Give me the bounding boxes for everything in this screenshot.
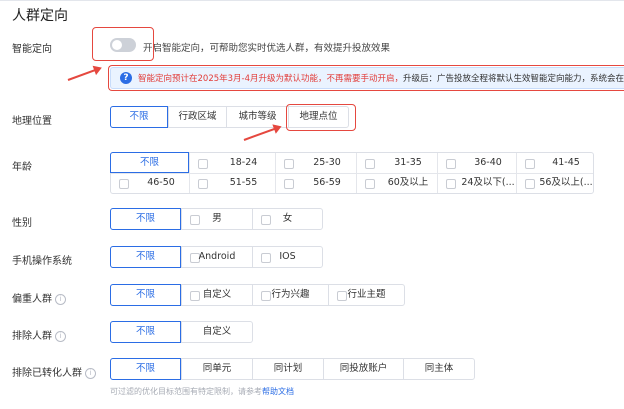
os-option-android[interactable]: Android bbox=[181, 247, 252, 267]
smart-targeting-label: 智能定向 bbox=[12, 44, 52, 55]
checkbox[interactable] bbox=[365, 159, 375, 169]
age-option-41-45[interactable]: 41-45 bbox=[517, 153, 593, 173]
checkbox[interactable] bbox=[119, 179, 129, 189]
smart-targeting-description: 开启智能定向，可帮助您实时优选人群，有效提升投放效果 bbox=[143, 43, 391, 54]
age-option-60-plus[interactable]: 60及以上 bbox=[357, 173, 437, 193]
age-option-56-and-above[interactable]: 56及以上(... bbox=[517, 173, 593, 193]
top-divider bbox=[0, 0, 624, 1]
gender-option-female[interactable]: 女 bbox=[252, 209, 322, 229]
exclude-converted-option-same-account[interactable]: 同投放账户 bbox=[323, 359, 403, 379]
oriented-option-behavior-interest[interactable]: 行为兴趣 bbox=[252, 285, 328, 305]
exclude-converted-option-same-plan[interactable]: 同计划 bbox=[252, 359, 323, 379]
exclude-converted-hint: 可过滤的优化目标范围有特定限制，请参考帮助文档 bbox=[110, 387, 294, 396]
oriented-option-custom[interactable]: 自定义 bbox=[181, 285, 252, 305]
age-option-51-55[interactable]: 51-55 bbox=[190, 173, 275, 193]
annotation-box-geo-point bbox=[286, 104, 356, 131]
age-option-25-30[interactable]: 25-30 bbox=[276, 153, 356, 173]
os-option-any[interactable]: 不限 bbox=[110, 246, 181, 268]
oriented-option-any[interactable]: 不限 bbox=[110, 284, 181, 306]
age-option-24-and-below[interactable]: 24及以下(... bbox=[438, 173, 516, 193]
exclude-audience-label: 排除人群 i bbox=[12, 327, 66, 342]
section-title: 人群定向 bbox=[12, 8, 68, 24]
checkbox[interactable] bbox=[198, 179, 208, 189]
age-options: 不限 18-24 25-30 31-35 36-40 41-45 46-50 5… bbox=[110, 152, 594, 194]
exclude-option-custom[interactable]: 自定义 bbox=[181, 322, 252, 342]
age-option-56-59[interactable]: 56-59 bbox=[276, 173, 356, 193]
annotation-box-notice bbox=[108, 65, 624, 91]
geo-option-admin-region[interactable]: 行政区域 bbox=[168, 107, 226, 127]
info-icon[interactable]: i bbox=[55, 331, 66, 342]
checkbox[interactable] bbox=[525, 159, 535, 169]
checkbox[interactable] bbox=[446, 179, 456, 189]
age-label: 年龄 bbox=[12, 162, 32, 173]
checkbox[interactable] bbox=[525, 179, 535, 189]
gender-label: 性别 bbox=[12, 218, 32, 229]
age-option-any[interactable]: 不限 bbox=[110, 152, 189, 173]
os-options: 不限 Android IOS bbox=[110, 246, 323, 268]
exclude-converted-options: 不限 同单元 同计划 同投放账户 同主体 bbox=[110, 358, 475, 380]
gender-options: 不限 男 女 bbox=[110, 208, 323, 230]
oriented-audience-label: 偏重人群 i bbox=[12, 290, 66, 305]
os-option-ios[interactable]: IOS bbox=[252, 247, 322, 267]
gender-option-any[interactable]: 不限 bbox=[110, 208, 181, 230]
geo-label: 地理位置 bbox=[12, 116, 52, 127]
info-icon[interactable]: i bbox=[55, 294, 66, 305]
exclude-converted-option-same-entity[interactable]: 同主体 bbox=[403, 359, 474, 379]
age-option-36-40[interactable]: 36-40 bbox=[438, 153, 516, 173]
oriented-audience-options: 不限 自定义 行为兴趣 行业主题 bbox=[110, 284, 405, 306]
oriented-option-industry-theme[interactable]: 行业主题 bbox=[328, 285, 404, 305]
geo-option-any[interactable]: 不限 bbox=[110, 106, 168, 128]
annotation-box-toggle bbox=[92, 27, 154, 61]
checkbox[interactable] bbox=[198, 159, 208, 169]
exclude-option-any[interactable]: 不限 bbox=[110, 321, 181, 343]
checkbox[interactable] bbox=[284, 159, 294, 169]
os-label: 手机操作系统 bbox=[12, 256, 72, 267]
checkbox[interactable] bbox=[446, 159, 456, 169]
annotation-arrow-geo-point bbox=[243, 126, 281, 141]
help-doc-link[interactable]: 帮助文档 bbox=[262, 387, 294, 396]
checkbox[interactable] bbox=[284, 179, 294, 189]
exclude-converted-option-same-unit[interactable]: 同单元 bbox=[181, 359, 252, 379]
age-option-18-24[interactable]: 18-24 bbox=[190, 153, 275, 173]
info-icon[interactable]: i bbox=[85, 368, 96, 379]
age-option-31-35[interactable]: 31-35 bbox=[357, 153, 437, 173]
annotation-arrow-notice bbox=[67, 67, 101, 81]
exclude-audience-options: 不限 自定义 bbox=[110, 321, 253, 343]
age-option-46-50[interactable]: 46-50 bbox=[111, 173, 189, 193]
checkbox[interactable] bbox=[365, 179, 375, 189]
gender-option-male[interactable]: 男 bbox=[181, 209, 252, 229]
exclude-converted-label: 排除已转化人群 i bbox=[12, 364, 96, 379]
exclude-converted-option-any[interactable]: 不限 bbox=[110, 358, 181, 380]
